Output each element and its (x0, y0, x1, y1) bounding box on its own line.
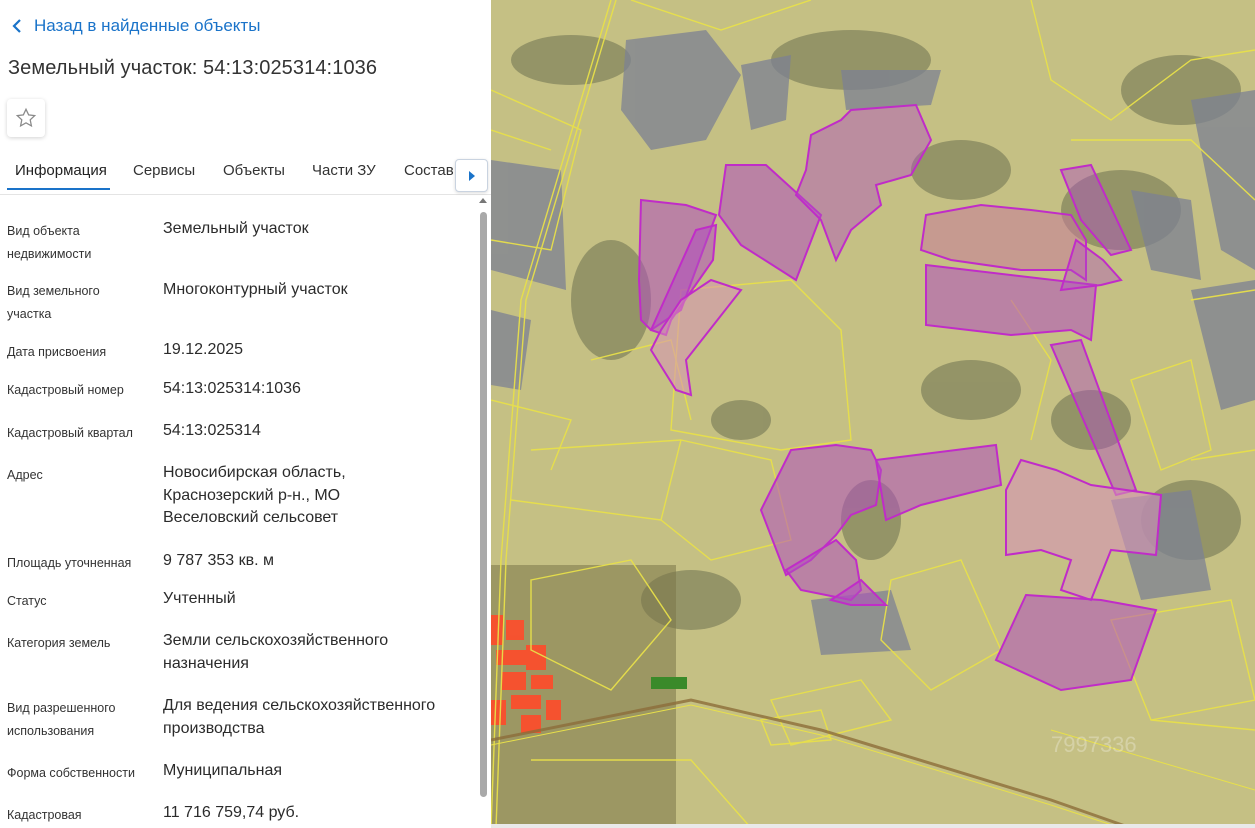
map-bottom-edge (491, 824, 1255, 828)
map-watermark: 7997336 (1051, 732, 1137, 757)
value-cadastral-value: 11 716 759,74 руб. (163, 804, 300, 821)
value-ownership: Муниципальная (163, 762, 283, 779)
value-object-type: Земельный участок (163, 220, 309, 237)
page-title: Земельный участок: 54:13:025314:1036 (8, 57, 378, 79)
info-panel: Назад в найденные объекты Земельный учас… (0, 0, 491, 828)
favorite-button[interactable] (7, 99, 45, 137)
tabs-next-button[interactable] (455, 159, 488, 192)
scrollbar-thumb[interactable] (480, 212, 487, 797)
active-tab-indicator (7, 188, 110, 190)
green-plot (651, 677, 687, 689)
value-category: Земли сельскохозяйственного назначения (163, 632, 389, 672)
value-cadastral-block: 54:13:025314 (163, 422, 261, 439)
label-area: Площадь уточненная (7, 556, 132, 570)
label-cadastral-number: Кадастровый номер (7, 383, 124, 397)
label-category: Категория земель (7, 636, 111, 650)
label-object-type: Вид объекта недвижимости (7, 224, 92, 261)
chevron-left-icon (12, 19, 21, 33)
label-cadastral-value: Кадастровая (7, 808, 82, 822)
tab-objects[interactable]: Объекты (223, 162, 285, 179)
value-cadastral-number: 54:13:025314:1036 (163, 380, 301, 397)
back-link-label: Назад в найденные объекты (34, 16, 261, 35)
tab-composition[interactable]: Состав (404, 162, 454, 179)
triangle-right-icon (468, 170, 475, 181)
value-address: Новосибирская область, Краснозерский р-н.… (163, 464, 346, 526)
label-date-assigned: Дата присвоения (7, 345, 107, 359)
back-link[interactable]: Назад в найденные объекты (12, 16, 260, 36)
label-cadastral-block: Кадастровый квартал (7, 426, 133, 440)
tab-services[interactable]: Сервисы (133, 162, 195, 179)
label-address: Адрес (7, 468, 43, 482)
tab-info[interactable]: Информация (15, 162, 107, 179)
value-status: Учтенный (163, 590, 236, 607)
map-canvas[interactable]: 7997336 (491, 0, 1255, 828)
tab-parts[interactable]: Части ЗУ (312, 162, 376, 179)
cadastral-map[interactable]: 7997336 (491, 0, 1255, 828)
scrollbar-up-arrow[interactable] (479, 198, 487, 203)
label-land-type: Вид земельного участка (7, 284, 100, 321)
label-ownership: Форма собственности (7, 766, 135, 780)
value-land-type: Многоконтурный участок (163, 281, 348, 298)
value-date-assigned: 19.12.2025 (163, 341, 244, 358)
value-permitted-use: Для ведения сельскохозяйственного произво… (163, 697, 436, 737)
value-area: 9 787 353 кв. м (163, 552, 275, 569)
label-status: Статус (7, 594, 47, 608)
star-outline-icon (15, 107, 37, 128)
label-permitted-use: Вид разрешенного использования (7, 701, 116, 738)
